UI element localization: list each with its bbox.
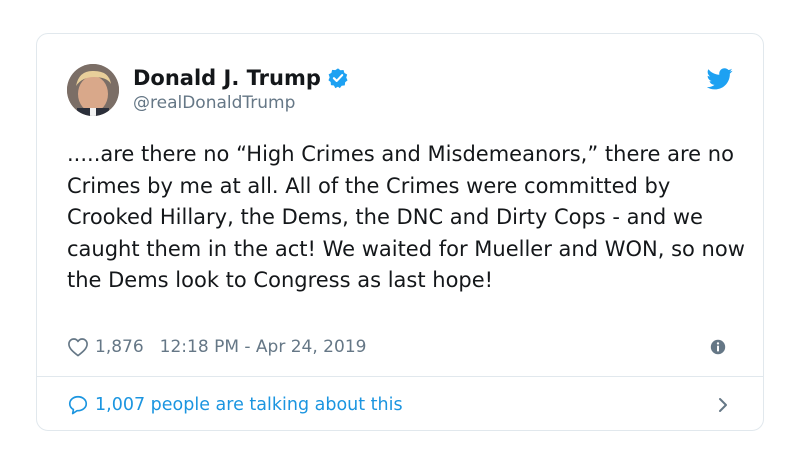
talking-about-label[interactable]: 1,007 people are talking about this	[95, 395, 403, 415]
timestamp[interactable]: 12:18 PM - Apr 24, 2019	[160, 337, 367, 357]
like-count[interactable]: 1,876	[95, 337, 144, 357]
avatar[interactable]	[67, 64, 119, 116]
display-name[interactable]: Donald J. Trump	[133, 66, 321, 90]
heart-icon[interactable]	[67, 337, 89, 357]
twitter-bird-icon[interactable]	[707, 68, 733, 90]
tweet-meta: 1,876 12:18 PM - Apr 24, 2019	[67, 333, 733, 361]
verified-badge-icon	[328, 68, 348, 89]
avatar-image	[67, 64, 119, 116]
tweet-card[interactable]: Donald J. Trump @realDonaldTrump .....ar…	[36, 33, 764, 431]
display-name-row: Donald J. Trump	[133, 64, 349, 92]
talking-about-link[interactable]: 1,007 people are talking about this	[67, 377, 733, 432]
author-names: Donald J. Trump @realDonaldTrump	[133, 64, 349, 113]
chevron-right-icon[interactable]	[717, 396, 729, 414]
handle[interactable]: @realDonaldTrump	[133, 93, 349, 113]
info-icon[interactable]	[709, 338, 727, 356]
tweet-header: Donald J. Trump @realDonaldTrump	[67, 64, 733, 124]
comment-icon	[68, 395, 88, 414]
tweet-text: .....are there no “High Crimes and Misde…	[67, 142, 752, 293]
